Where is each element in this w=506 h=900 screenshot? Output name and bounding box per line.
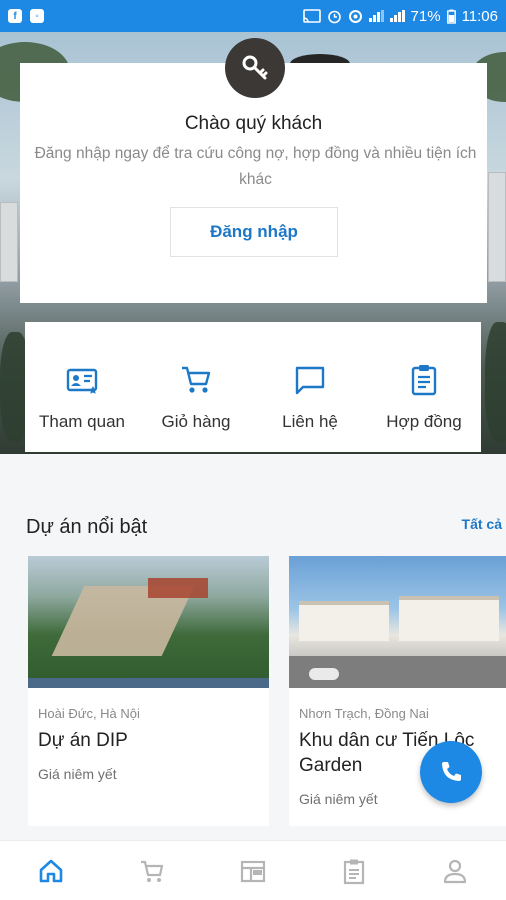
cart-icon [182,366,211,393]
welcome-card: Chào quý khách Đăng nhập ngay để tra cứu… [20,63,487,303]
clipboard-icon [344,859,365,884]
battery-percent: 71% [410,7,441,25]
action-hop-dong[interactable]: Hợp đồng [367,322,481,452]
battery-icon [446,9,456,24]
action-label: Tham quan [39,412,125,431]
action-gio-hang[interactable]: Giỏ hàng [139,322,253,452]
call-button[interactable] [420,741,482,803]
project-location: Nhơn Trạch, Đồng Nai [299,706,429,721]
messenger-icon: ◦ [30,9,44,23]
nav-calendar[interactable] [202,841,303,900]
facebook-icon: f [8,9,22,23]
see-all-link[interactable]: Tất cả [462,516,502,532]
action-tham-quan[interactable]: Tham quan [25,322,139,452]
action-label: Hợp đồng [386,412,462,431]
nav-cart[interactable] [101,841,202,900]
key-icon [225,38,285,98]
status-bar: f ◦ 71% 11:06 [0,0,506,32]
alarm-icon [327,10,341,23]
cell-signal-icon [389,10,405,22]
project-image [289,556,506,688]
project-price-label: Giá niêm yết [38,766,117,782]
project-location: Hoài Đức, Hà Nội [38,706,140,721]
project-name: Dự án DIP [38,730,128,751]
nav-contracts[interactable] [304,841,405,900]
calendar-icon [240,860,266,882]
nav-profile[interactable] [405,841,506,900]
data-saver-icon [348,9,362,23]
profile-icon [444,859,467,883]
action-label: Liên hệ [282,412,338,431]
phone-icon [442,762,461,781]
home-icon [39,859,62,882]
wifi-signal-icon [368,10,384,22]
cast-icon [302,9,321,23]
project-card[interactable]: Hoài Đức, Hà Nội Dự án DIP Giá niêm yết [28,556,269,826]
project-price-label: Giá niêm yết [299,791,378,807]
quick-actions: Tham quan Giỏ hàng Liên hệ Hợp đồng [25,322,481,452]
chat-icon [295,366,325,395]
visit-card-icon [66,368,98,394]
project-image [28,556,269,688]
cart-icon [140,860,163,882]
clipboard-icon [411,365,437,396]
action-lien-he[interactable]: Liên hệ [253,322,367,452]
welcome-title: Chào quý khách [184,113,323,134]
featured-title: Dự án nổi bật [26,516,148,538]
login-button[interactable]: Đăng nhập [170,207,338,257]
action-label: Giỏ hàng [161,412,231,431]
welcome-subtitle: Đăng nhập ngay để tra cứu công nợ, hợp đ… [34,145,477,188]
bottom-navigation [0,840,506,900]
status-time: 11:06 [461,7,498,25]
nav-home[interactable] [0,841,101,900]
